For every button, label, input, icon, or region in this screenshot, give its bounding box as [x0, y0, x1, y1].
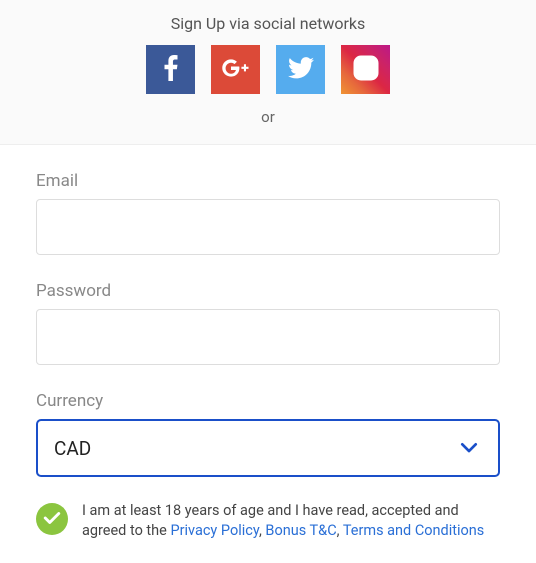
currency-field-group: Currency CAD: [36, 391, 500, 477]
currency-label: Currency: [36, 391, 500, 411]
bonus-tc-link[interactable]: Bonus T&C: [265, 522, 336, 539]
instagram-icon: [351, 53, 381, 87]
currency-select[interactable]: CAD: [36, 419, 500, 477]
privacy-policy-link[interactable]: Privacy Policy: [170, 522, 259, 539]
email-field-group: Email: [36, 171, 500, 255]
twitter-button[interactable]: [276, 45, 325, 94]
currency-select-wrap: CAD: [36, 419, 500, 477]
twitter-icon: [288, 57, 314, 83]
facebook-button[interactable]: [146, 45, 195, 94]
facebook-icon: [164, 55, 178, 85]
social-heading: Sign Up via social networks: [0, 14, 536, 33]
googleplus-button[interactable]: [211, 45, 260, 94]
or-divider-text: or: [0, 108, 536, 126]
email-label: Email: [36, 171, 500, 191]
email-input[interactable]: [36, 199, 500, 255]
social-buttons-row: [0, 45, 536, 94]
consent-row: I am at least 18 years of age and I have…: [36, 501, 500, 540]
check-icon: [43, 510, 61, 529]
social-signup-section: Sign Up via social networks or: [0, 0, 536, 145]
googleplus-icon: [221, 58, 251, 82]
terms-link[interactable]: Terms and Conditions: [343, 522, 484, 539]
consent-checkbox[interactable]: [36, 503, 68, 535]
password-label: Password: [36, 281, 500, 301]
signup-form: Email Password Currency CAD I am at leas…: [0, 145, 536, 550]
consent-text: I am at least 18 years of age and I have…: [82, 501, 500, 540]
password-input[interactable]: [36, 309, 500, 365]
currency-selected-value: CAD: [54, 437, 91, 460]
password-field-group: Password: [36, 281, 500, 365]
instagram-button[interactable]: [341, 45, 390, 94]
